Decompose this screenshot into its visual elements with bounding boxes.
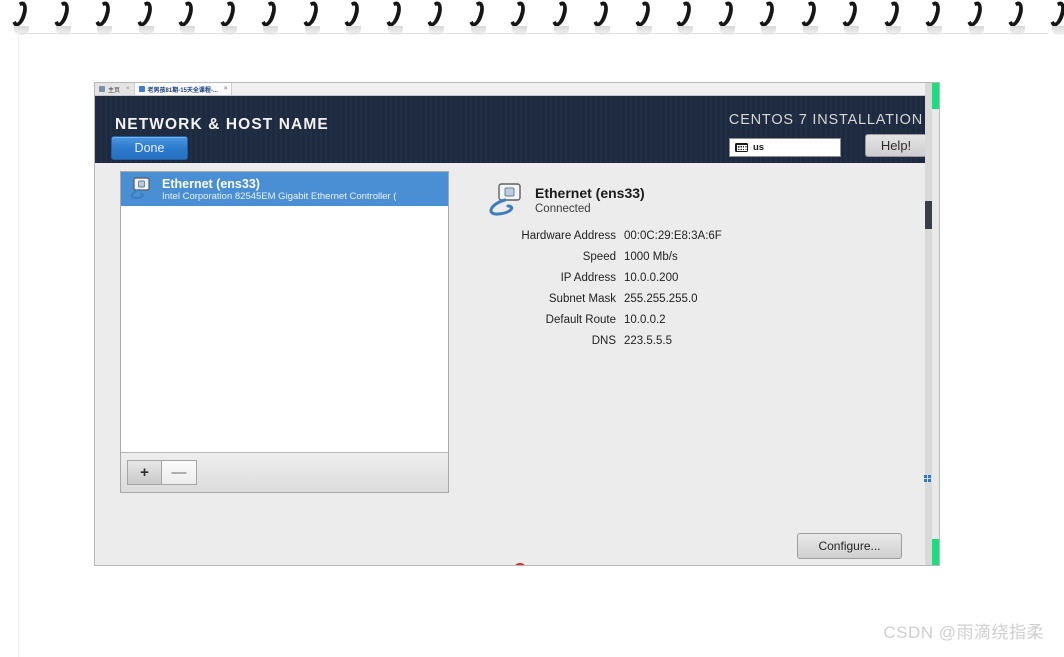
binding-ring-icon: [83, 0, 125, 35]
installer-header: NETWORK & HOST NAME Done CENTOS 7 INSTAL…: [95, 96, 939, 163]
network-detail-pane: Ethernet (ens33) Connected ON Hardware A…: [461, 171, 926, 471]
binding-ring-icon: [457, 0, 499, 35]
binding-ring-icon: [789, 0, 831, 35]
video-icon: [138, 86, 145, 92]
notebook-spiral-binding: [0, 0, 1064, 40]
toolbox-icon[interactable]: [924, 475, 932, 483]
row-value: 223.5.5.5: [624, 335, 672, 347]
detail-rows: Hardware Address 00:0C:29:E8:3A:6F Speed…: [461, 229, 791, 355]
detail-row-ip-address: IP Address 10.0.0.200: [461, 271, 791, 285]
network-device-list[interactable]: Ethernet (ens33) Intel Corporation 82545…: [121, 172, 448, 452]
row-value: 00:0C:29:E8:3A:6F: [624, 230, 722, 242]
ethernet-icon: [485, 183, 529, 219]
close-icon[interactable]: ×: [224, 86, 228, 92]
product-label: CENTOS 7 INSTALLATION: [728, 112, 923, 128]
row-value: 10.0.0.2: [624, 314, 666, 326]
installer-body: Ethernet (ens33) Intel Corporation 82545…: [95, 163, 939, 565]
watermark: CSDN @雨滴绕指柔: [883, 623, 1044, 642]
binding-ring-icon: [0, 0, 42, 35]
row-label: Default Route: [545, 314, 616, 326]
keyboard-icon: [735, 143, 748, 152]
add-device-button[interactable]: +: [127, 460, 162, 485]
binding-ring-icon: [830, 0, 872, 35]
home-icon: [99, 86, 105, 92]
green-marker-bottom: [932, 539, 939, 565]
row-label: Subnet Mask: [548, 293, 616, 305]
detail-row-subnet-mask: Subnet Mask 255.255.255.0: [461, 292, 791, 306]
configure-button[interactable]: Configure...: [797, 533, 902, 559]
notebook-page-top-edge: [18, 33, 1048, 34]
detail-row-default-route: Default Route 10.0.0.2: [461, 313, 791, 327]
row-value: 10.0.0.200: [624, 272, 679, 284]
detail-heading: Ethernet (ens33) Connected: [535, 185, 645, 217]
notebook-page-left-edge: [18, 33, 19, 657]
vertical-scrollbar-track[interactable]: [925, 83, 932, 565]
row-label: IP Address: [560, 272, 616, 284]
row-label: Hardware Address: [521, 230, 616, 242]
vertical-scrollbar-thumb[interactable]: [925, 201, 932, 229]
row-label: Speed: [582, 251, 616, 263]
right-edge-strip: [932, 83, 939, 565]
binding-ring-icon: [913, 0, 955, 35]
device-description: Intel Corporation 82545EM Gigabit Ethern…: [162, 190, 397, 202]
browser-tab-strip: 主页 × 老男孩81期-15天全课程-... ×: [95, 83, 939, 96]
browser-tab-label: 主页: [108, 87, 121, 94]
remove-device-button[interactable]: —: [162, 460, 197, 485]
binding-ring-icon: [42, 0, 84, 35]
list-item[interactable]: Ethernet (ens33) Intel Corporation 82545…: [121, 172, 448, 206]
device-list-toolbar: + —: [121, 452, 448, 492]
row-label: DNS: [591, 335, 616, 347]
connection-status: Connected: [535, 203, 591, 215]
binding-ring-icon: [415, 0, 457, 35]
keyboard-layout-label: us: [753, 142, 765, 153]
network-device-panel: Ethernet (ens33) Intel Corporation 82545…: [120, 171, 449, 493]
device-name: Ethernet (ens33): [162, 176, 260, 191]
binding-ring-icon: [581, 0, 623, 35]
binding-ring-icon: [498, 0, 540, 35]
detail-row-dns: DNS 223.5.5.5: [461, 334, 791, 348]
binding-ring-icon: [249, 0, 291, 35]
annotation-badge-1: 1: [513, 563, 527, 565]
binding-ring-icon: [623, 0, 665, 35]
detail-title: Ethernet (ens33): [535, 185, 645, 201]
binding-ring-icon: [374, 0, 416, 35]
binding-ring-icon: [872, 0, 914, 35]
binding-ring-icon: [706, 0, 748, 35]
keyboard-layout-indicator[interactable]: us: [729, 138, 841, 157]
row-value: 1000 Mb/s: [624, 251, 678, 263]
list-item-text: Ethernet (ens33) Intel Corporation 82545…: [162, 177, 396, 202]
binding-ring-icon: [166, 0, 208, 35]
binding-ring-icon: [208, 0, 250, 35]
browser-tab-home[interactable]: 主页 ×: [95, 83, 135, 95]
ethernet-icon: [127, 177, 153, 201]
browser-tab-label: 老男孩81期-15天全课程-...: [147, 87, 218, 94]
help-button[interactable]: Help!: [865, 134, 927, 157]
detail-row-speed: Speed 1000 Mb/s: [461, 250, 791, 264]
row-value: 255.255.255.0: [624, 293, 698, 305]
binding-ring-icon: [125, 0, 167, 35]
embedded-screenshot: 主页 × 老男孩81期-15天全课程-... × NETWORK & HOST …: [94, 82, 940, 566]
binding-ring-icon: [664, 0, 706, 35]
binding-ring-icon: [291, 0, 333, 35]
binding-ring-icon: [996, 0, 1038, 35]
browser-tab-course-video[interactable]: 老男孩81期-15天全课程-... ×: [134, 83, 233, 95]
binding-ring-icon: [540, 0, 582, 35]
binding-ring-icon: [747, 0, 789, 35]
page-root: 主页 × 老男孩81期-15天全课程-... × NETWORK & HOST …: [0, 0, 1064, 657]
green-marker-top: [932, 83, 939, 109]
detail-row-hardware-address: Hardware Address 00:0C:29:E8:3A:6F: [461, 229, 791, 243]
binding-ring-icon: [955, 0, 997, 35]
done-button[interactable]: Done: [111, 136, 188, 160]
close-icon[interactable]: ×: [126, 86, 130, 92]
binding-ring-icon: [332, 0, 374, 35]
page-title: NETWORK & HOST NAME: [115, 116, 329, 133]
binding-ring-icon: [1038, 0, 1064, 35]
